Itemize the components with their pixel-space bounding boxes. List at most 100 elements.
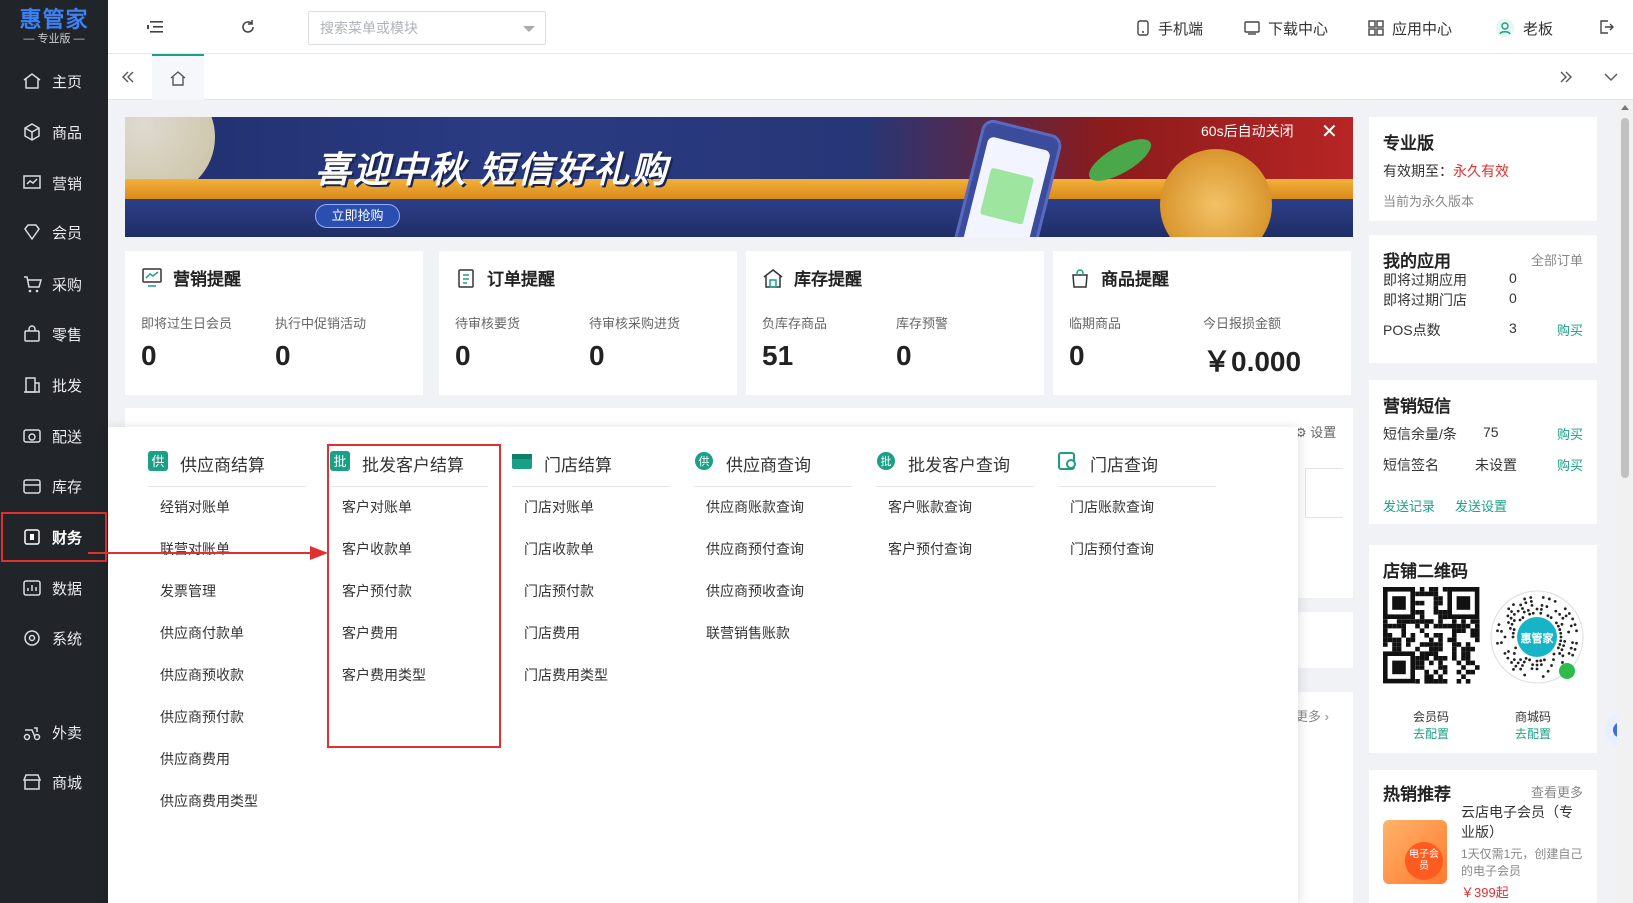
mall-mini-program-code: 惠管家 [1490,590,1584,684]
download-center-link[interactable]: 下载中心 [1244,18,1328,38]
menu-item[interactable]: 门店预付款 [524,581,594,601]
view-more-link[interactable]: 查看更多 [1531,782,1583,801]
sidebar-item-7[interactable]: 配送 [0,410,108,462]
menu-item[interactable]: 供应商费用 [160,749,230,769]
sidebar-item-9[interactable]: 财务 [0,511,108,563]
scrollbar-thumb[interactable] [1621,118,1629,478]
sidebar-item-4[interactable]: 采购 [0,258,108,310]
sidebar-item-10[interactable]: 数据 [0,562,108,614]
menu-item[interactable]: 门店费用类型 [524,665,608,685]
card-title: 营销提醒 [141,265,241,290]
sidebar-item-1[interactable]: 商品 [0,106,108,158]
menu-item[interactable]: 经销对账单 [160,497,230,517]
product-thumbnail[interactable]: 电子会员 [1383,820,1447,884]
sidebar-item-12[interactable]: 外卖 [0,706,108,758]
home-icon [22,71,42,91]
tabs-scroll-left-icon[interactable] [118,67,138,87]
download-icon [1244,20,1260,36]
menu-item[interactable]: 供应商预付查询 [706,539,804,559]
menu-item[interactable]: 供应商费用类型 [160,791,258,811]
logout-icon[interactable] [1596,17,1616,37]
reminder-value[interactable]: 0 [1069,340,1085,372]
send-settings-link[interactable]: 发送设置 [1455,496,1507,515]
menu-item[interactable]: 供应商预付款 [160,707,244,727]
sidebar-item-label: 营销 [52,175,83,193]
more-link[interactable]: 更多 › [1295,706,1329,725]
user-menu[interactable]: 老板 [1495,18,1553,38]
system-icon [22,628,42,648]
reminder-value[interactable]: 51 [762,340,793,372]
banner-title: 喜迎中秋 短信好礼购 [315,149,670,190]
sidebar-item-0[interactable]: 主页 [0,55,108,107]
buy-link[interactable]: 购买 [1557,455,1583,474]
sidebar-item-6[interactable]: 批发 [0,359,108,411]
menu-collapse-icon[interactable] [146,17,166,37]
menu-item[interactable]: 供应商付款单 [160,623,244,643]
sidebar-item-2[interactable]: 营销 [0,157,108,209]
reminder-value[interactable]: 0 [896,340,912,372]
edition-note: 当前为永久版本 [1383,194,1475,209]
app-center-link[interactable]: 应用中心 [1368,18,1452,38]
mall-code-config-link[interactable]: 去配置 [1515,725,1551,742]
menu-item[interactable]: 供应商预收查询 [706,581,804,601]
sidebar-item-5[interactable]: 零售 [0,308,108,360]
menu-column-4: 批批发客户查询 客户账款查询 客户预付查询 [876,427,1036,903]
reminder-value[interactable]: 0 [589,340,605,372]
menu-item[interactable]: 供应商账款查询 [706,497,804,517]
edition-title: 专业版 [1383,134,1434,153]
promo-banner[interactable]: 喜迎中秋 短信好礼购 立即抢购 60s后自动关闭 ✕ [125,117,1353,237]
banner-buy-button[interactable]: 立即抢购 [315,204,400,228]
menu-item[interactable]: 发票管理 [160,581,216,601]
product-desc: 1天仅需1元，创建自己的电子会员 [1461,847,1583,878]
logo[interactable]: 惠管家 — 专业版 — [0,0,108,54]
send-record-link[interactable]: 发送记录 [1383,496,1435,515]
menu-item[interactable]: 联营销售账款 [706,623,790,643]
data-icon [22,578,42,598]
close-icon[interactable]: ✕ [1321,119,1338,144]
menu-item[interactable]: 客户预付查询 [888,539,972,559]
menu-item[interactable]: 门店对账单 [524,497,594,517]
store-icon [22,772,42,792]
sidebar-item-13[interactable]: 商城 [0,756,108,808]
annotation-arrow [88,552,318,554]
menu-item[interactable]: 门店账款查询 [1070,497,1154,517]
monitor-icon [141,267,163,289]
product-name[interactable]: 云店电子会员（专业版） [1461,802,1585,842]
settings-link[interactable]: ⚙ 设置 [1295,422,1336,441]
sidebar-item-3[interactable]: 会员 [0,206,108,258]
member-code-config-link[interactable]: 去配置 [1413,725,1449,742]
buy-link[interactable]: 购买 [1557,320,1583,339]
search-input[interactable]: 搜索菜单或模块 [308,11,546,45]
sidebar-item-8[interactable]: 库存 [0,460,108,512]
sidebar-item-label: 财务 [52,529,83,547]
reminder-value[interactable]: ￥0.000 [1203,340,1301,380]
app-row-label: POS点数 [1383,322,1441,338]
reminder-label: 待审核要货 [455,316,521,331]
hot-title: 热销推荐 [1383,785,1451,804]
sms-row-value: 75 [1483,424,1499,440]
tabs-dropdown-icon[interactable] [1601,67,1621,87]
svg-text:供: 供 [699,454,710,468]
sidebar-item-11[interactable]: 系统 [0,612,108,664]
menu-item[interactable]: 供应商预收款 [160,665,244,685]
menu-item[interactable]: 客户账款查询 [888,497,972,517]
menu-item[interactable]: 门店费用 [524,623,580,643]
svg-text:供: 供 [151,455,164,470]
tabs-scroll-right-icon[interactable] [1556,67,1576,87]
reminder-value[interactable]: 0 [275,340,291,372]
menu-item[interactable]: 门店预付查询 [1070,539,1154,559]
refresh-icon[interactable] [238,17,258,37]
banner-countdown: 60s后自动关闭 [1201,123,1294,139]
menu-item[interactable]: 联营对账单 [160,539,230,559]
all-orders-link[interactable]: 全部订单 [1531,250,1583,269]
warehouse-icon [22,476,42,496]
reminder-value[interactable]: 0 [455,340,471,372]
page-scrollbar[interactable] [1617,100,1633,903]
mobile-link[interactable]: 手机端 [1136,18,1203,38]
supplier-icon: 供 [148,451,168,471]
menu-item[interactable]: 门店收款单 [524,539,594,559]
buy-link[interactable]: 购买 [1557,424,1583,443]
cart-icon [22,274,42,294]
reminder-value[interactable]: 0 [141,340,157,372]
tab-home[interactable] [152,54,204,100]
